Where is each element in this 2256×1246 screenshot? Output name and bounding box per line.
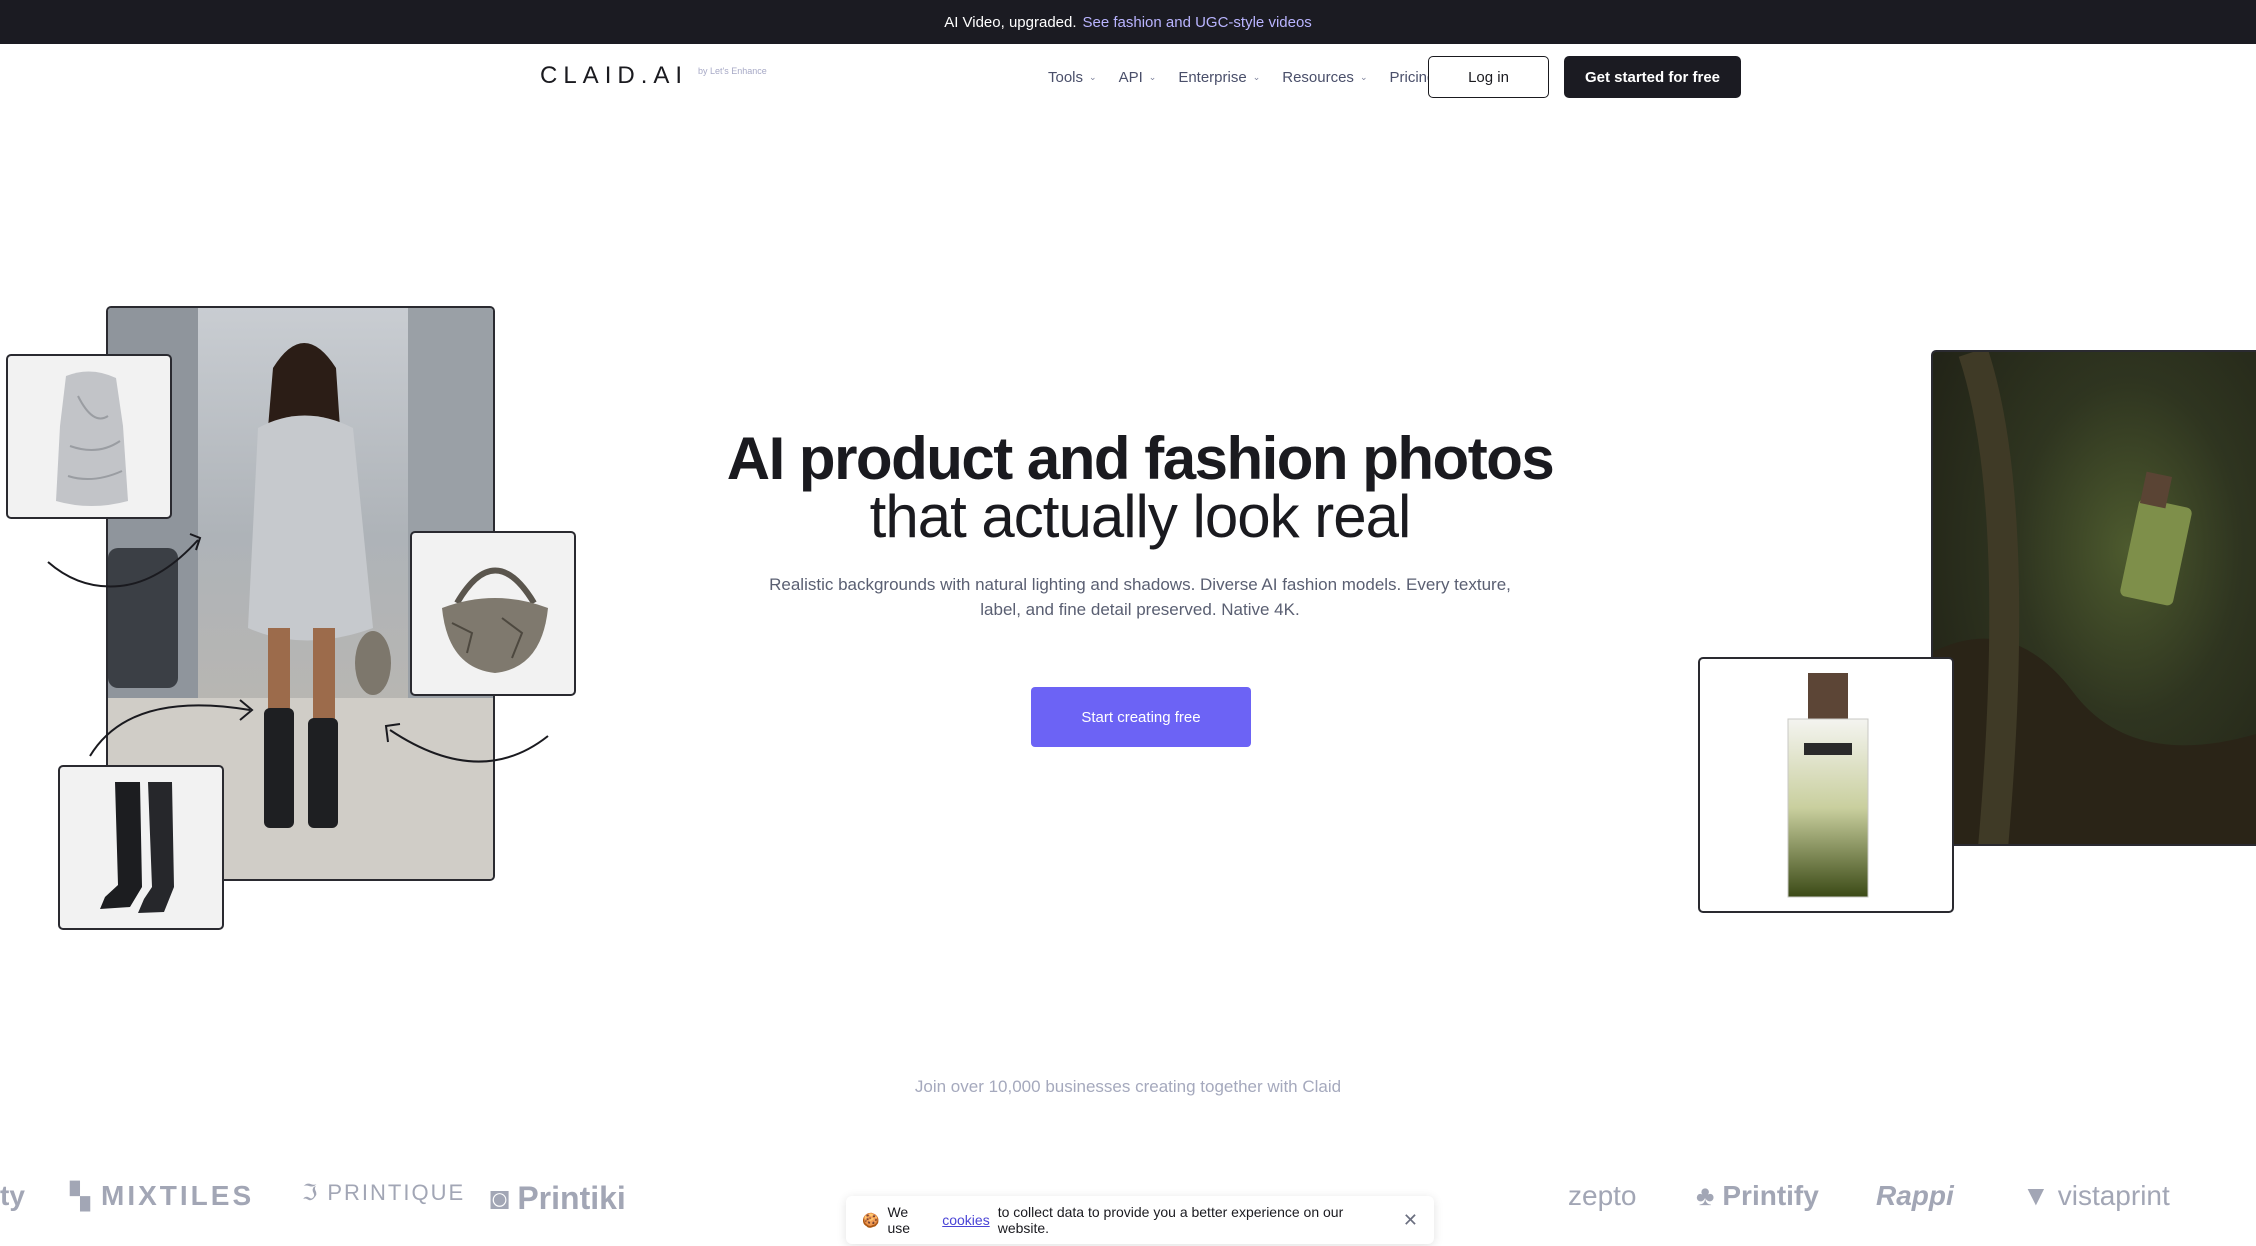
announcement-text: AI Video, upgraded. bbox=[944, 13, 1077, 31]
logo-wordmark: CLAID.AI bbox=[540, 62, 689, 89]
connector-arrows bbox=[47, 533, 549, 763]
customer-logo-text: Printify bbox=[1722, 1180, 1819, 1211]
nav-tools-label: Tools bbox=[1048, 68, 1084, 86]
mixtiles-icon: ▚ bbox=[70, 1180, 93, 1211]
nav-tools[interactable]: Tools ⌄ bbox=[1048, 69, 1097, 86]
nav-api-label: API bbox=[1118, 68, 1143, 86]
login-button[interactable]: Log in bbox=[1428, 56, 1549, 98]
nav-api[interactable]: API ⌄ bbox=[1119, 69, 1157, 86]
boots-thumbnail bbox=[58, 765, 224, 930]
printify-icon: ♣ bbox=[1696, 1180, 1715, 1211]
get-started-button[interactable]: Get started for free bbox=[1564, 56, 1741, 98]
announcement-bar: AI Video, upgraded. See fashion and UGC-… bbox=[0, 0, 2256, 44]
customer-logo: ℑ PRINTIQUE bbox=[302, 1180, 465, 1206]
perfume-thumbnail bbox=[1698, 657, 1954, 913]
chevron-down-icon: ⌄ bbox=[1252, 71, 1261, 82]
chevron-down-icon: ⌄ bbox=[1148, 71, 1157, 82]
nav-enterprise[interactable]: Enterprise ⌄ bbox=[1178, 69, 1260, 86]
nav-resources-label: Resources bbox=[1282, 68, 1354, 86]
customer-logo: zepto bbox=[1568, 1180, 1637, 1212]
customer-logo: Rappi bbox=[1876, 1180, 1954, 1212]
printique-icon: ℑ bbox=[302, 1180, 320, 1205]
cookie-prefix: We use bbox=[887, 1204, 911, 1236]
hero-title-regular: that actually look real bbox=[869, 483, 1412, 550]
customer-logo: ty bbox=[0, 1180, 25, 1212]
cookies-link[interactable]: cookies bbox=[942, 1212, 989, 1228]
customer-logo: ▚ MIXTILES bbox=[70, 1180, 254, 1212]
customer-logo-text: Rappi bbox=[1876, 1180, 1954, 1211]
hero-title-bold: AI product and fashion photos bbox=[726, 425, 1555, 492]
chevron-down-icon: ⌄ bbox=[1359, 71, 1368, 82]
cookie-suffix: to collect data to provide you a better … bbox=[997, 1204, 1344, 1236]
cookie-banner: 🍪 We use cookies to collect data to prov… bbox=[846, 1196, 1434, 1244]
vistaprint-icon: ▼ bbox=[2022, 1180, 2050, 1211]
hero-subtitle: Realistic backgrounds with natural light… bbox=[769, 575, 1511, 619]
cookie-icon: 🍪 bbox=[862, 1211, 880, 1228]
customer-logo-text: PRINTIQUE bbox=[327, 1180, 466, 1205]
printiki-icon: ◙ bbox=[490, 1180, 510, 1216]
announcement-link[interactable]: See fashion and UGC-style videos bbox=[1083, 14, 1312, 31]
nav-enterprise-label: Enterprise bbox=[1178, 68, 1247, 86]
dress-thumbnail bbox=[6, 354, 172, 519]
main-nav: Tools ⌄ API ⌄ Enterprise ⌄ Resources ⌄ Prici… bbox=[1048, 44, 1435, 110]
chevron-down-icon: ⌄ bbox=[1089, 71, 1097, 82]
customer-logo-text: vistaprint bbox=[2057, 1180, 2170, 1211]
nav-resources[interactable]: Resources ⌄ bbox=[1282, 69, 1367, 86]
customer-logo-text: zepto bbox=[1568, 1180, 1637, 1211]
customer-logo: ▼ vistaprint bbox=[2022, 1180, 2170, 1212]
hero-section: AI product and fashion photos that actua… bbox=[640, 425, 1640, 622]
social-proof-text: Join over 10,000 businesses creating tog… bbox=[914, 1077, 1342, 1096]
customer-logo-text: ty bbox=[0, 1180, 25, 1211]
start-creating-button[interactable]: Start creating free bbox=[1031, 687, 1251, 747]
customer-logo: ◙ Printiki bbox=[490, 1180, 626, 1217]
claid-logo[interactable]: CLAID.AI by Let's Enhance bbox=[540, 62, 767, 90]
site-header: CLAID.AI by Let's Enhance Tools ⌄ API ⌄ En… bbox=[0, 44, 2256, 110]
close-icon[interactable]: ✕ bbox=[1403, 1210, 1418, 1231]
customer-logo-text: MIXTILES bbox=[101, 1180, 255, 1211]
customer-logo: ♣ Printify bbox=[1696, 1180, 1819, 1212]
perfume-scene-image bbox=[1931, 350, 2256, 846]
customer-logo-text: Printiki bbox=[517, 1180, 626, 1216]
logo-subtitle: by Let's Enhance bbox=[698, 66, 767, 76]
